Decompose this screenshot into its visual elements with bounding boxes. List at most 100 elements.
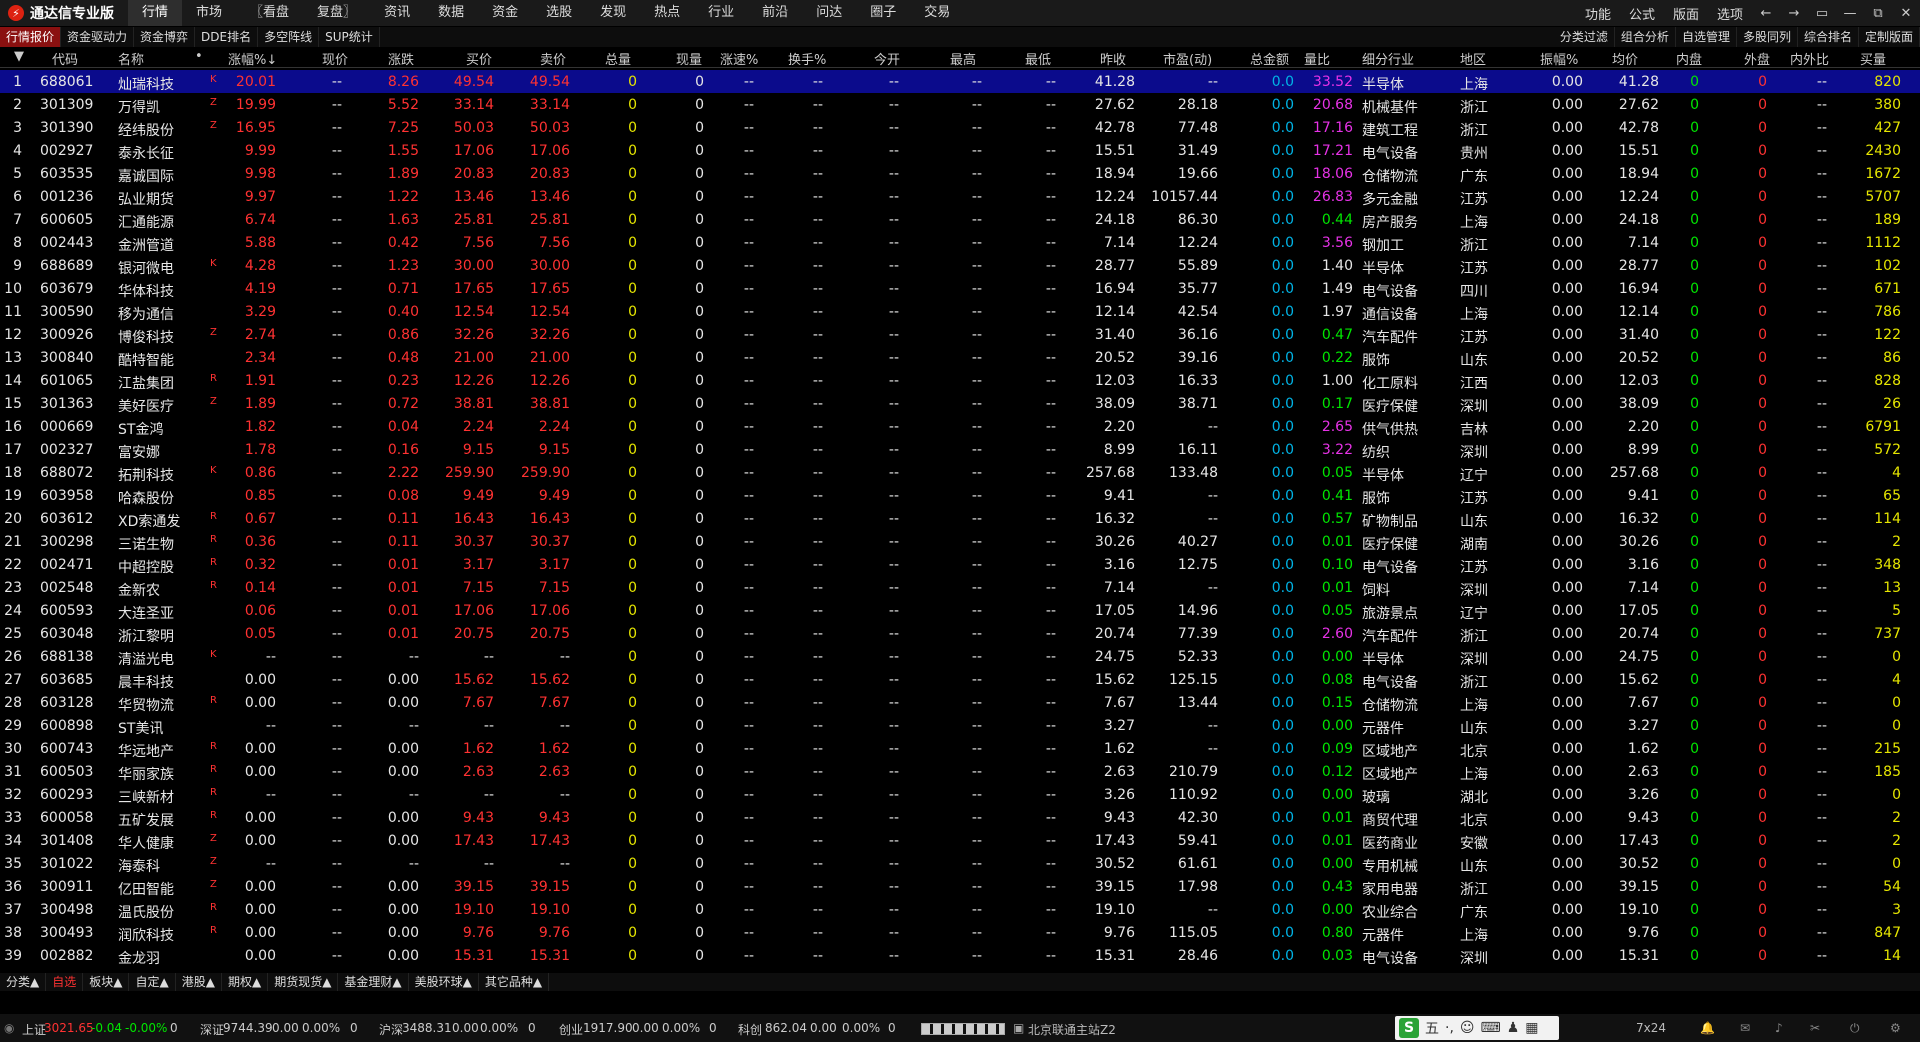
table-row[interactable]: 16 000669 ST金鸿 1.82 -- 0.04 2.24 2.24 0 0 -- -- -- --… xyxy=(0,415,1920,438)
column-header[interactable]: 昨收 xyxy=(1100,49,1126,68)
column-header[interactable]: 量比 xyxy=(1304,49,1330,68)
top-menu-item[interactable]: 交易 xyxy=(910,0,964,26)
sub-right-tab[interactable]: 分类过滤 xyxy=(1554,27,1615,47)
column-header[interactable]: 市盈(动) xyxy=(1163,49,1212,68)
table-row[interactable]: 10 603679 华体科技 4.19 -- 0.71 17.65 17.65 0 0 -- -- --… xyxy=(0,277,1920,300)
table-row[interactable]: 15 301363 美好医疗 Z 1.89 -- 0.72 38.81 38.81 0 0 -- -- -… xyxy=(0,392,1920,415)
sub-tab[interactable]: 资金博弈 xyxy=(134,27,196,47)
table-row[interactable]: 14 601065 江盐集团 R 1.91 -- 0.23 12.26 12.26 0 0 -- -- -… xyxy=(0,369,1920,392)
back-icon[interactable]: ← xyxy=(1752,6,1780,21)
column-header[interactable]: 买量 xyxy=(1860,49,1886,68)
column-header[interactable]: 最高 xyxy=(950,49,976,68)
table-row[interactable]: 37 300498 温氏股份 R 0.00 -- 0.00 19.10 19.10 0 0 -- -- -… xyxy=(0,898,1920,921)
restore-icon[interactable]: ▭ xyxy=(1808,6,1836,21)
table-row[interactable]: 3 301390 经纬股份 Z 16.95 -- 7.25 50.03 50.03 0 0 -- -- -… xyxy=(0,116,1920,139)
column-header[interactable]: 现价 xyxy=(322,49,348,68)
top-menu-item[interactable]: 热点 xyxy=(640,0,694,26)
right-menu-item[interactable]: 选项 xyxy=(1708,4,1752,23)
table-row[interactable]: 34 301408 华人健康 Z 0.00 -- 0.00 17.43 17.43 0 0 -- -- -… xyxy=(0,829,1920,852)
top-menu-item[interactable]: 前沿 xyxy=(748,0,802,26)
sort-dropdown-icon[interactable]: ▼ xyxy=(14,49,24,64)
bottom-tab[interactable]: 自选 xyxy=(46,973,84,991)
sub-tab[interactable]: DDE排名 xyxy=(195,27,259,47)
tools-icon[interactable]: ✂ xyxy=(1810,1021,1820,1035)
column-header[interactable]: 换手% xyxy=(788,49,826,68)
sub-tab[interactable]: 多空阵线 xyxy=(258,27,320,47)
table-row[interactable]: 9 688689 银河微电 K 4.28 -- 1.23 30.00 30.00 0 0 -- -- --… xyxy=(0,254,1920,277)
sub-right-tab[interactable]: 多股同列 xyxy=(1737,27,1798,47)
sub-right-tab[interactable]: 自选管理 xyxy=(1676,27,1737,47)
right-menu-item[interactable]: 公式 xyxy=(1620,4,1664,23)
column-header[interactable]: 总金额 xyxy=(1250,49,1289,68)
news-7x24[interactable]: 7x24 xyxy=(1636,1021,1666,1035)
column-header[interactable]: 涨幅%↓ xyxy=(228,49,277,68)
column-header[interactable]: 最低 xyxy=(1025,49,1051,68)
power-icon[interactable]: ⏻ xyxy=(1850,1021,1860,1036)
ime-punct-icon[interactable]: ·, xyxy=(1445,1020,1454,1036)
table-row[interactable]: 38 300493 润欣科技 R 0.00 -- 0.00 9.76 9.76 0 0 -- -- -- -… xyxy=(0,921,1920,944)
sub-right-tab[interactable]: 组合分析 xyxy=(1615,27,1676,47)
column-header[interactable]: • xyxy=(195,49,203,64)
bottom-tab[interactable]: 港股▲ xyxy=(176,973,222,991)
kc-label[interactable]: 科创 xyxy=(738,1021,762,1038)
bell-icon[interactable]: 🔔 xyxy=(1700,1021,1715,1035)
table-row[interactable]: 1 688061 灿瑞科技 K 20.01 -- 8.26 49.54 49.54 0 0 -- -- -… xyxy=(0,70,1920,93)
table-row[interactable]: 2 301309 万得凯 Z 19.99 -- 5.52 33.14 33.14 0 0 -- -- --… xyxy=(0,93,1920,116)
table-row[interactable]: 35 301022 海泰科 Z -- -- -- -- -- 0 0 -- -- -- -- -- 30.52 6… xyxy=(0,852,1920,875)
column-header[interactable]: 买价 xyxy=(466,49,492,68)
bottom-tab[interactable]: 自定▲ xyxy=(129,973,176,991)
column-header[interactable]: 现量 xyxy=(676,49,702,68)
top-menu-item[interactable]: 〖看盘 xyxy=(236,0,303,26)
table-row[interactable]: 22 002471 中超控股 R 0.32 -- 0.01 3.17 3.17 0 0 -- -- -- -… xyxy=(0,553,1920,576)
sub-tab[interactable]: 行情报价 xyxy=(0,27,62,47)
table-row[interactable]: 24 600593 大连圣亚 0.06 -- 0.01 17.06 17.06 0 0 -- -- --… xyxy=(0,599,1920,622)
ime-user-icon[interactable]: ♟ xyxy=(1507,1020,1520,1036)
top-menu-item[interactable]: 圈子 xyxy=(856,0,910,26)
sub-right-tab[interactable]: 定制版面 xyxy=(1859,27,1920,47)
column-header[interactable]: 外盘 xyxy=(1744,49,1770,68)
top-menu-item[interactable]: 行业 xyxy=(694,0,748,26)
column-header[interactable]: 今开 xyxy=(874,49,900,68)
top-menu-item[interactable]: 资讯 xyxy=(370,0,424,26)
ime-toolbar[interactable]: S 五 ·, ☺ ⌨ ♟ ▦ xyxy=(1395,1016,1559,1040)
table-row[interactable]: 28 603128 华贸物流 R 0.00 -- 0.00 7.67 7.67 0 0 -- -- -- -… xyxy=(0,691,1920,714)
bottom-tab[interactable]: 期权▲ xyxy=(222,973,269,991)
table-row[interactable]: 25 603048 浙江黎明 0.05 -- 0.01 20.75 20.75 0 0 -- -- --… xyxy=(0,622,1920,645)
bottom-tab[interactable]: 期货现货▲ xyxy=(268,973,339,991)
top-menu-item[interactable]: 复盘〗 xyxy=(303,0,370,26)
sub-tab[interactable]: SUP统计 xyxy=(319,27,380,47)
top-menu-item[interactable]: 资金 xyxy=(478,0,532,26)
table-row[interactable]: 6 001236 弘业期货 9.97 -- 1.22 13.46 13.46 0 0 -- -- -- -… xyxy=(0,185,1920,208)
column-header[interactable]: 涨速% xyxy=(720,49,758,68)
table-row[interactable]: 23 002548 金新农 R 0.14 -- 0.01 7.15 7.15 0 0 -- -- -- --… xyxy=(0,576,1920,599)
table-row[interactable]: 13 300840 酷特智能 2.34 -- 0.48 21.00 21.00 0 0 -- -- --… xyxy=(0,346,1920,369)
window-icon[interactable]: ⧉ xyxy=(1864,6,1892,21)
table-row[interactable]: 11 300590 移为通信 3.29 -- 0.40 12.54 12.54 0 0 -- -- --… xyxy=(0,300,1920,323)
table-row[interactable]: 21 300298 三诺生物 R 0.36 -- 0.11 30.37 30.37 0 0 -- -- -… xyxy=(0,530,1920,553)
table-row[interactable]: 8 002443 金洲管道 5.88 -- 0.42 7.56 7.56 0 0 -- -- -- -- -… xyxy=(0,231,1920,254)
ime-emoji-icon[interactable]: ☺ xyxy=(1460,1020,1475,1036)
column-header[interactable]: 地区 xyxy=(1460,49,1486,68)
column-header[interactable]: 均价 xyxy=(1612,49,1638,68)
hs-label[interactable]: 沪深 xyxy=(379,1021,403,1038)
table-row[interactable]: 18 688072 拓荆科技 K 0.86 -- 2.22 259.90 259.90 0 0 -- -… xyxy=(0,461,1920,484)
column-header[interactable]: 振幅% xyxy=(1540,49,1578,68)
table-row[interactable]: 32 600293 三峡新材 R -- -- -- -- -- 0 0 -- -- -- -- -- 3.26 1… xyxy=(0,783,1920,806)
message-icon[interactable]: ✉ xyxy=(1740,1021,1750,1035)
top-menu-item[interactable]: 数据 xyxy=(424,0,478,26)
column-header[interactable]: 涨跌 xyxy=(388,49,414,68)
ime-keyboard-icon[interactable]: ⌨ xyxy=(1481,1020,1501,1036)
table-row[interactable]: 39 002882 金龙羽 0.00 -- 0.00 15.31 15.31 0 0 -- -- -- -… xyxy=(0,944,1920,967)
column-header[interactable]: 总量 xyxy=(605,49,631,68)
table-row[interactable]: 7 600605 汇通能源 6.74 -- 1.63 25.81 25.81 0 0 -- -- -- -… xyxy=(0,208,1920,231)
bottom-tab[interactable]: 板块▲ xyxy=(83,973,130,991)
column-header[interactable]: 细分行业 xyxy=(1362,49,1414,68)
table-row[interactable]: 33 600058 五矿发展 R 0.00 -- 0.00 9.43 9.43 0 0 -- -- -- -… xyxy=(0,806,1920,829)
table-row[interactable]: 36 300911 亿田智能 Z 0.00 -- 0.00 39.15 39.15 0 0 -- -- -… xyxy=(0,875,1920,898)
table-row[interactable]: 31 600503 华丽家族 R 0.00 -- 0.00 2.63 2.63 0 0 -- -- -- -… xyxy=(0,760,1920,783)
bottom-tab[interactable]: 分类▲ xyxy=(0,973,47,991)
column-header[interactable]: 名称 xyxy=(118,49,144,68)
column-header[interactable]: 内外比 xyxy=(1790,49,1829,68)
minimize-icon[interactable]: — xyxy=(1836,6,1864,21)
right-menu-item[interactable]: 版面 xyxy=(1664,4,1708,23)
